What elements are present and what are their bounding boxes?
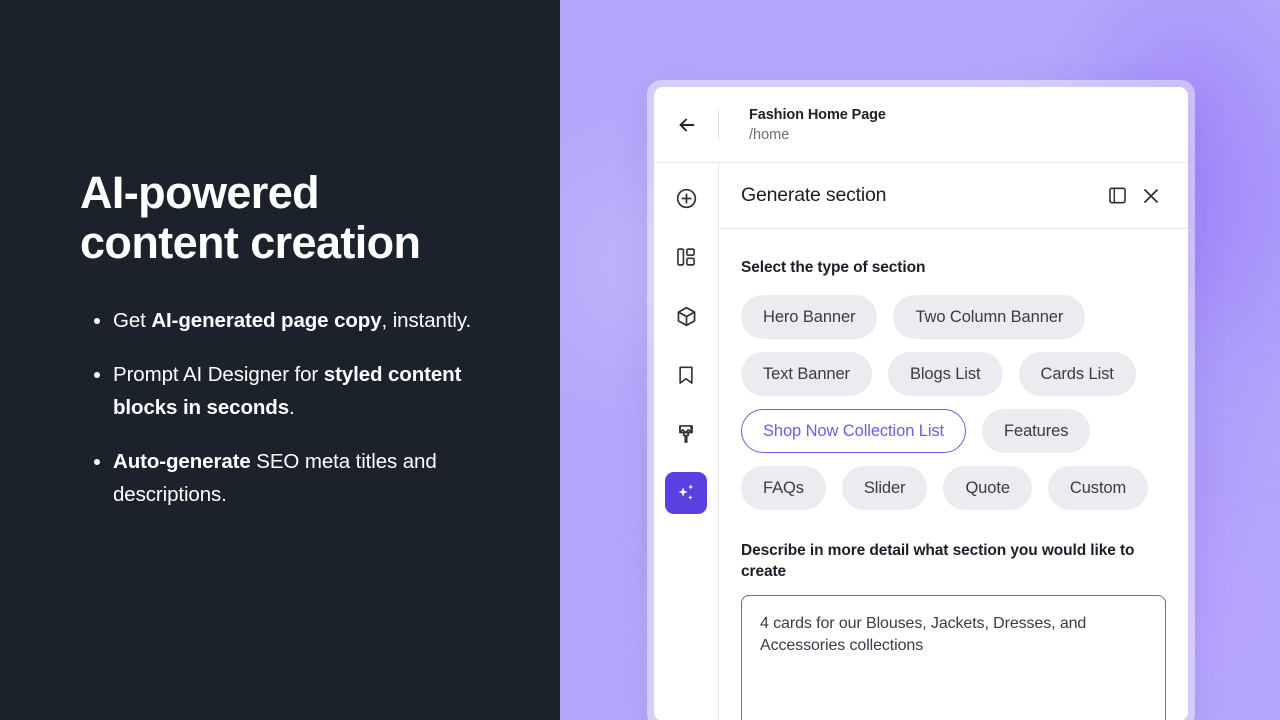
panel-body: Select the type of section Hero Banner T… xyxy=(719,229,1188,720)
describe-label: Describe in more detail what section you… xyxy=(741,542,1135,580)
rail-item-add[interactable] xyxy=(665,177,707,219)
section-type-label: Select the type of section xyxy=(741,259,926,276)
layout-grid-icon xyxy=(675,246,697,268)
chip-label: Two Column Banner xyxy=(915,307,1064,326)
page-name-label: Fashion Home Page xyxy=(749,106,886,123)
marketing-pane: AI-powered content creation Get AI-gener… xyxy=(0,0,560,720)
panel-toggle-button[interactable] xyxy=(1100,179,1134,213)
bullet-text-post: , instantly. xyxy=(381,309,472,332)
rail-item-theme[interactable] xyxy=(665,413,707,455)
panel-header: Generate section xyxy=(719,163,1188,229)
sparkles-icon xyxy=(674,481,698,505)
chip-quote[interactable]: Quote xyxy=(943,466,1032,510)
close-icon xyxy=(1140,185,1162,207)
section-type-chip-group: Hero Banner Two Column Banner Text Banne… xyxy=(741,295,1166,510)
list-item: Get AI-generated page copy, instantly. xyxy=(80,304,500,338)
chip-features[interactable]: Features xyxy=(982,409,1091,453)
chip-label: Blogs List xyxy=(909,364,981,383)
app-window: Fashion Home Page /home Generate section… xyxy=(654,87,1188,720)
arrow-left-icon xyxy=(676,114,698,136)
chip-slider[interactable]: Slider xyxy=(841,466,928,510)
icon-rail xyxy=(654,163,719,720)
chip-two-column-banner[interactable]: Two Column Banner xyxy=(893,295,1086,339)
chip-text-banner[interactable]: Text Banner xyxy=(741,352,872,396)
box-icon xyxy=(675,305,698,328)
chip-shop-now-collection-list[interactable]: Shop Now Collection List xyxy=(741,409,967,453)
chip-label: FAQs xyxy=(763,478,804,497)
chip-custom[interactable]: Custom xyxy=(1047,466,1149,510)
page-title: AI-powered content creation xyxy=(80,167,421,268)
app-topbar: Fashion Home Page /home xyxy=(654,87,1188,163)
close-button[interactable] xyxy=(1134,179,1168,213)
bookmark-icon xyxy=(675,364,697,386)
plus-circle-icon xyxy=(675,187,698,210)
brush-icon xyxy=(675,423,697,445)
bullet-text-pre: Get xyxy=(113,309,152,332)
screenshot-root: AI-powered content creation Get AI-gener… xyxy=(0,0,1280,720)
chip-label: Custom xyxy=(1069,478,1127,497)
chip-label: Quote xyxy=(965,478,1010,497)
breadcrumb: Fashion Home Page /home xyxy=(719,107,886,143)
list-item: Prompt AI Designer for styled content bl… xyxy=(80,358,500,425)
chip-label: Slider xyxy=(863,478,906,497)
rail-item-components[interactable] xyxy=(665,295,707,337)
chip-label: Shop Now Collection List xyxy=(763,421,945,440)
back-button[interactable] xyxy=(654,87,719,162)
list-item: Auto-generate SEO meta titles and descri… xyxy=(80,445,500,512)
chip-label: Features xyxy=(1004,421,1069,440)
chip-label: Text Banner xyxy=(763,364,850,383)
generate-section-panel: Generate section Select the type of sect… xyxy=(719,163,1188,720)
chip-label: Cards List xyxy=(1040,364,1114,383)
app-preview-pane: Fashion Home Page /home Generate section… xyxy=(560,0,1280,720)
page-path-label: /home xyxy=(749,126,790,143)
prompt-textarea[interactable] xyxy=(741,595,1166,720)
bullet-text-bold: Auto-generate xyxy=(113,449,251,473)
chip-label: Hero Banner xyxy=(763,307,856,326)
chip-cards-list[interactable]: Cards List xyxy=(1018,352,1136,396)
chip-blogs-list[interactable]: Blogs List xyxy=(887,352,1003,396)
rail-item-layout[interactable] xyxy=(665,236,707,278)
chip-faqs[interactable]: FAQs xyxy=(741,466,826,510)
bullet-text-post: . xyxy=(289,396,295,419)
app-body: Generate section Select the type of sect… xyxy=(654,163,1188,720)
bullet-text-bold: AI-generated page copy xyxy=(151,309,382,332)
bullet-text-pre: Prompt AI Designer for xyxy=(113,362,324,386)
app-window-frame: Fashion Home Page /home Generate section… xyxy=(647,80,1195,720)
rail-item-saved[interactable] xyxy=(665,354,707,396)
panel-left-icon xyxy=(1107,185,1128,206)
panel-title: Generate section xyxy=(741,184,887,206)
rail-item-ai-designer[interactable] xyxy=(665,472,707,514)
feature-bullet-list: Get AI-generated page copy, instantly. P… xyxy=(80,304,500,512)
chip-hero-banner[interactable]: Hero Banner xyxy=(741,295,878,339)
